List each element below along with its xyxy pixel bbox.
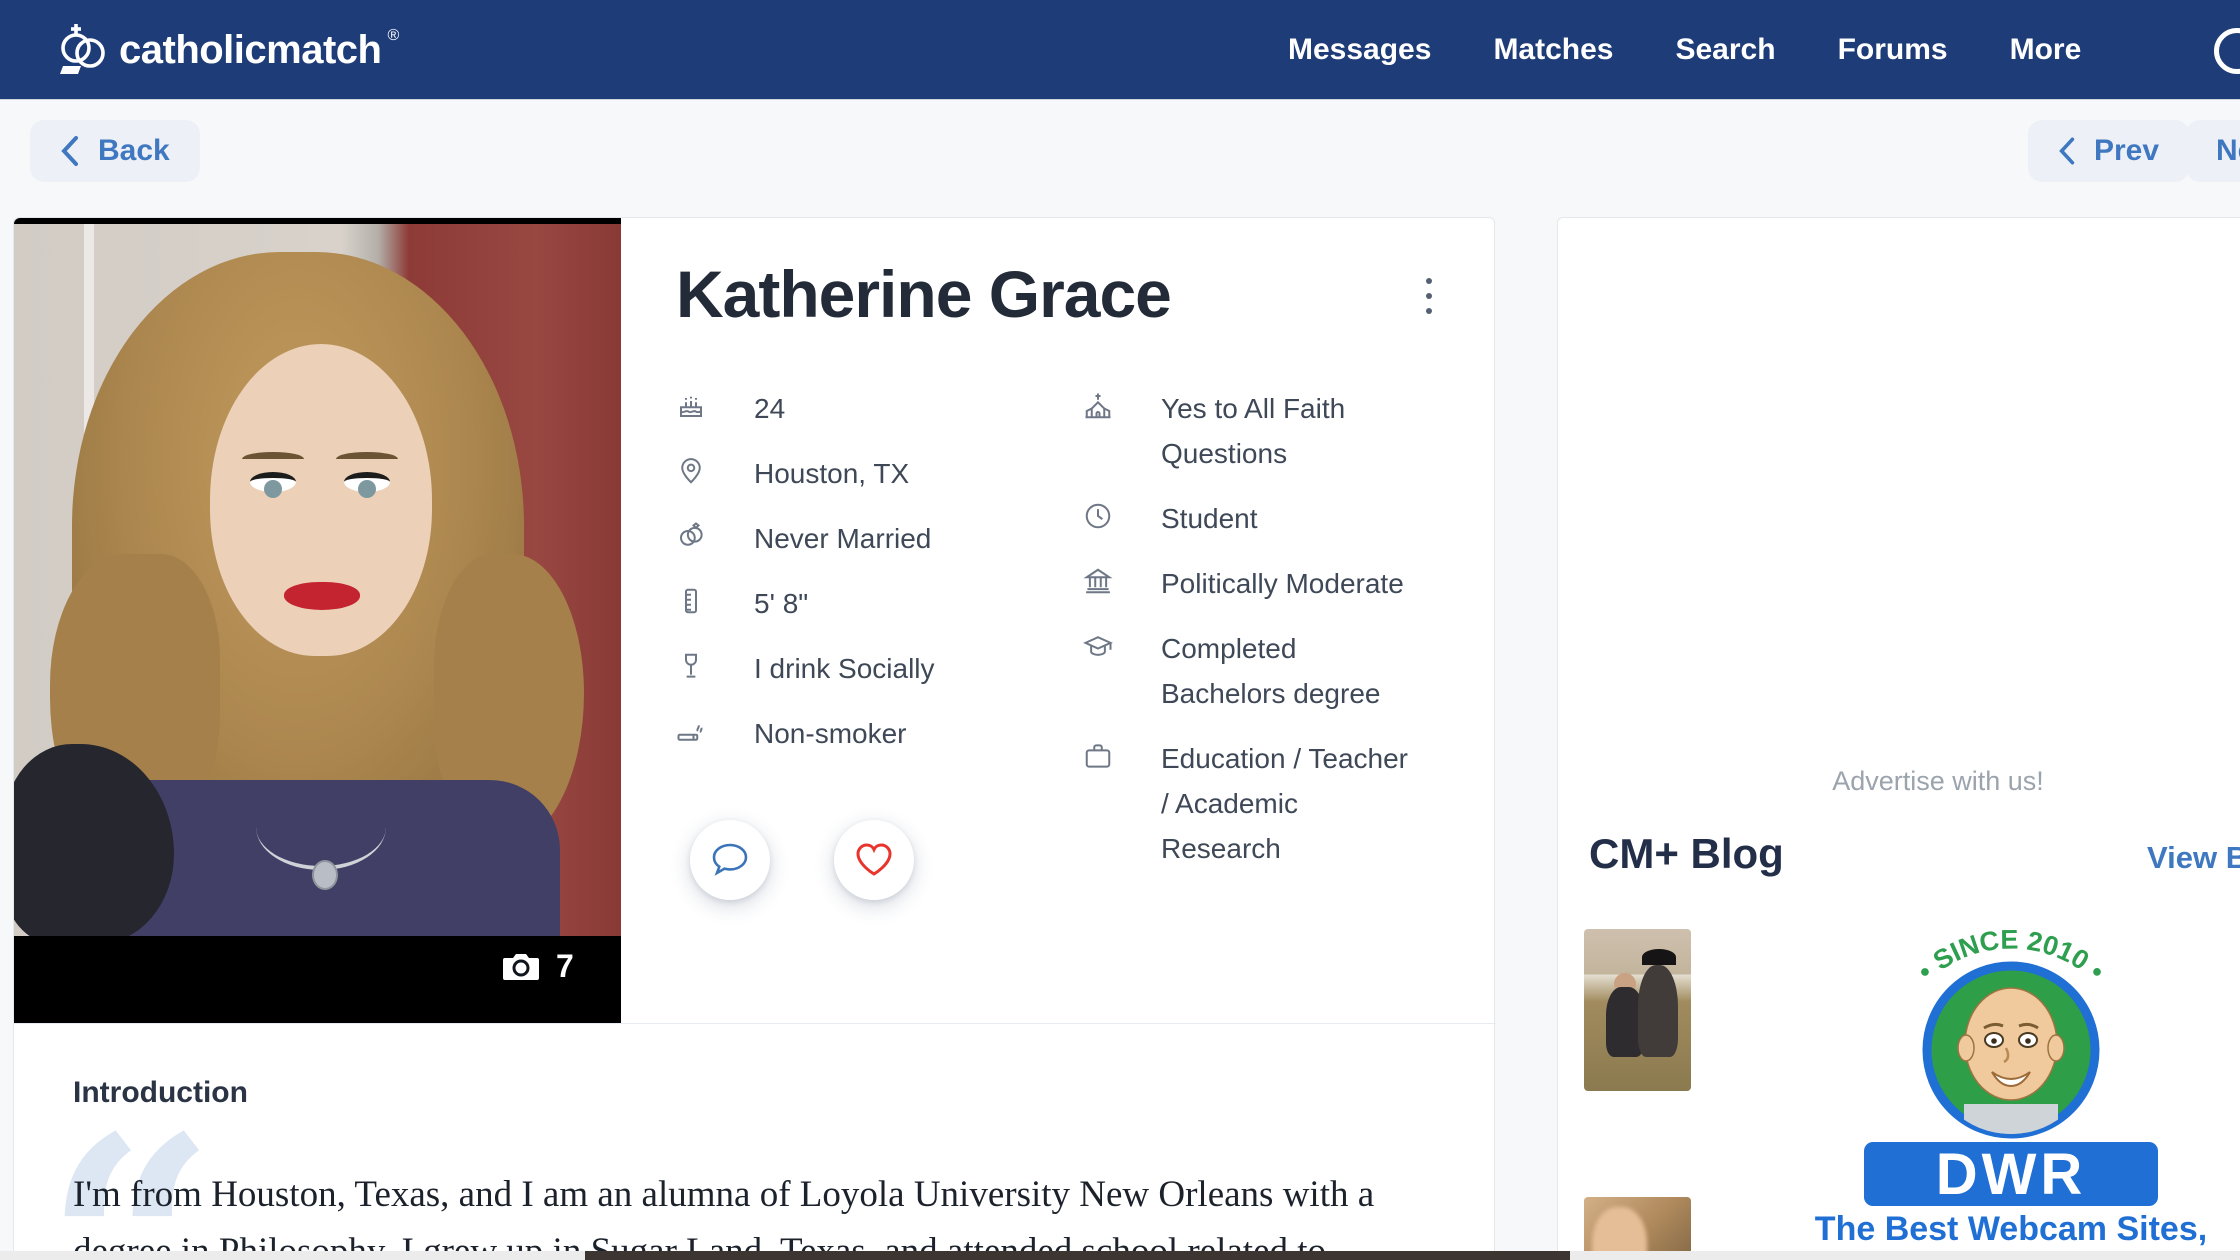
top-navbar: catholicmatch ® Messages Matches Search … [0, 0, 2240, 100]
advertise-label[interactable]: Advertise with us! [1558, 766, 2240, 797]
church-icon [1083, 391, 1117, 421]
location-value: Houston, TX [754, 451, 1004, 496]
marital-status-value: Never Married [754, 516, 1004, 561]
dwr-ad-logo: • SINCE 2010 • [1846, 918, 2176, 1210]
nav-item-more[interactable]: More [2010, 33, 2082, 67]
detail-marital-status: Never Married [676, 516, 1006, 561]
nav-item-forums[interactable]: Forums [1838, 33, 1948, 67]
wine-glass-icon [676, 651, 710, 681]
politics-value: Politically Moderate [1161, 561, 1413, 606]
catholicmatch-rings-icon [55, 21, 113, 79]
sidebar: Advertise with us! CM+ Blog View Blog • … [1557, 217, 2240, 1260]
brand-logo[interactable]: catholicmatch ® [55, 0, 399, 100]
like-button[interactable] [834, 820, 914, 900]
horizontal-scrollbar-thumb[interactable] [585, 1251, 1570, 1260]
registered-mark: ® [387, 27, 399, 45]
cigarette-icon [676, 716, 710, 746]
detail-faith: Yes to All Faith Questions [1083, 386, 1428, 476]
photo-count-badge[interactable]: 7 [502, 948, 574, 985]
heart-icon [854, 842, 894, 878]
prev-button-label: Prev [2094, 134, 2159, 168]
photo-count: 7 [556, 948, 574, 985]
profile-photo-image [14, 224, 621, 936]
age-value: 24 [754, 386, 1004, 431]
occupation-status-value: Student [1161, 496, 1413, 541]
ruler-icon [676, 586, 710, 616]
next-profile-button[interactable]: Next [2186, 120, 2240, 182]
profile-card: 7 Katherine Grace 24 Houston, TX [13, 217, 1495, 1260]
location-pin-icon [676, 456, 710, 486]
profile-name: Katherine Grace [676, 256, 1171, 332]
horizontal-scrollbar[interactable] [0, 1251, 2240, 1260]
detail-smoking: Non-smoker [676, 711, 1006, 756]
brand-name: catholicmatch [119, 28, 381, 73]
camera-icon [502, 952, 540, 982]
detail-age: 24 [676, 386, 1006, 431]
profile-photo[interactable]: 7 [14, 218, 621, 1023]
detail-occupation-status: Student [1083, 496, 1428, 541]
faith-value: Yes to All Faith Questions [1161, 386, 1413, 476]
detail-profession: Education / Teacher / Academic Research [1083, 736, 1428, 871]
back-button-label: Back [98, 134, 170, 168]
blog-post-thumbnail[interactable] [1584, 929, 1691, 1091]
account-icon[interactable] [2214, 28, 2240, 74]
chevron-left-icon [2058, 136, 2076, 166]
next-button-label: Next [2216, 134, 2240, 168]
drinking-value: I drink Socially [754, 646, 1004, 691]
view-blog-link[interactable]: View Blog [2147, 840, 2240, 876]
blog-section-title: CM+ Blog [1589, 830, 1784, 878]
nav-item-messages[interactable]: Messages [1288, 33, 1431, 67]
send-message-button[interactable] [690, 820, 770, 900]
detail-location: Houston, TX [676, 451, 1006, 496]
rings-icon [676, 521, 710, 551]
prev-profile-button[interactable]: Prev [2028, 120, 2189, 182]
detail-education: Completed Bachelors degree [1083, 626, 1428, 716]
advertisement[interactable]: • SINCE 2010 • [1731, 918, 2240, 1260]
cake-icon [676, 391, 710, 421]
page: catholicmatch ® Messages Matches Search … [0, 0, 2240, 1260]
detail-height: 5' 8" [676, 581, 1006, 626]
detail-politics: Politically Moderate [1083, 561, 1428, 606]
detail-drinking: I drink Socially [676, 646, 1006, 691]
briefcase-icon [1083, 741, 1117, 771]
graduation-cap-icon [1083, 631, 1117, 661]
profile-details-left: 24 Houston, TX Never Married 5' 8" [676, 386, 1006, 776]
ad-brand-text: DWR [1936, 1142, 2087, 1207]
nav-item-matches[interactable]: Matches [1493, 33, 1613, 67]
section-divider [14, 1023, 1496, 1024]
education-value: Completed Bachelors degree [1161, 626, 1413, 716]
clock-icon [1083, 501, 1117, 531]
profile-options-menu-icon[interactable] [1409, 268, 1449, 324]
ad-tagline-line1: The Best Webcam Sites, [1731, 1210, 2240, 1248]
profession-value: Education / Teacher / Academic Research [1161, 736, 1413, 871]
height-value: 5' 8" [754, 581, 1004, 626]
profile-details-right: Yes to All Faith Questions Student Polit… [1083, 386, 1428, 891]
bank-icon [1083, 566, 1117, 596]
back-button[interactable]: Back [30, 120, 200, 182]
nav-menu: Messages Matches Search Forums More [1288, 0, 2081, 100]
chat-bubble-icon [710, 841, 750, 879]
nav-item-search[interactable]: Search [1675, 33, 1775, 67]
introduction-text-line1: I'm from Houston, Texas, and I am an alu… [73, 1173, 1473, 1216]
smoking-value: Non-smoker [754, 711, 1004, 756]
chevron-left-icon [60, 135, 80, 167]
introduction-heading: Introduction [73, 1076, 248, 1110]
